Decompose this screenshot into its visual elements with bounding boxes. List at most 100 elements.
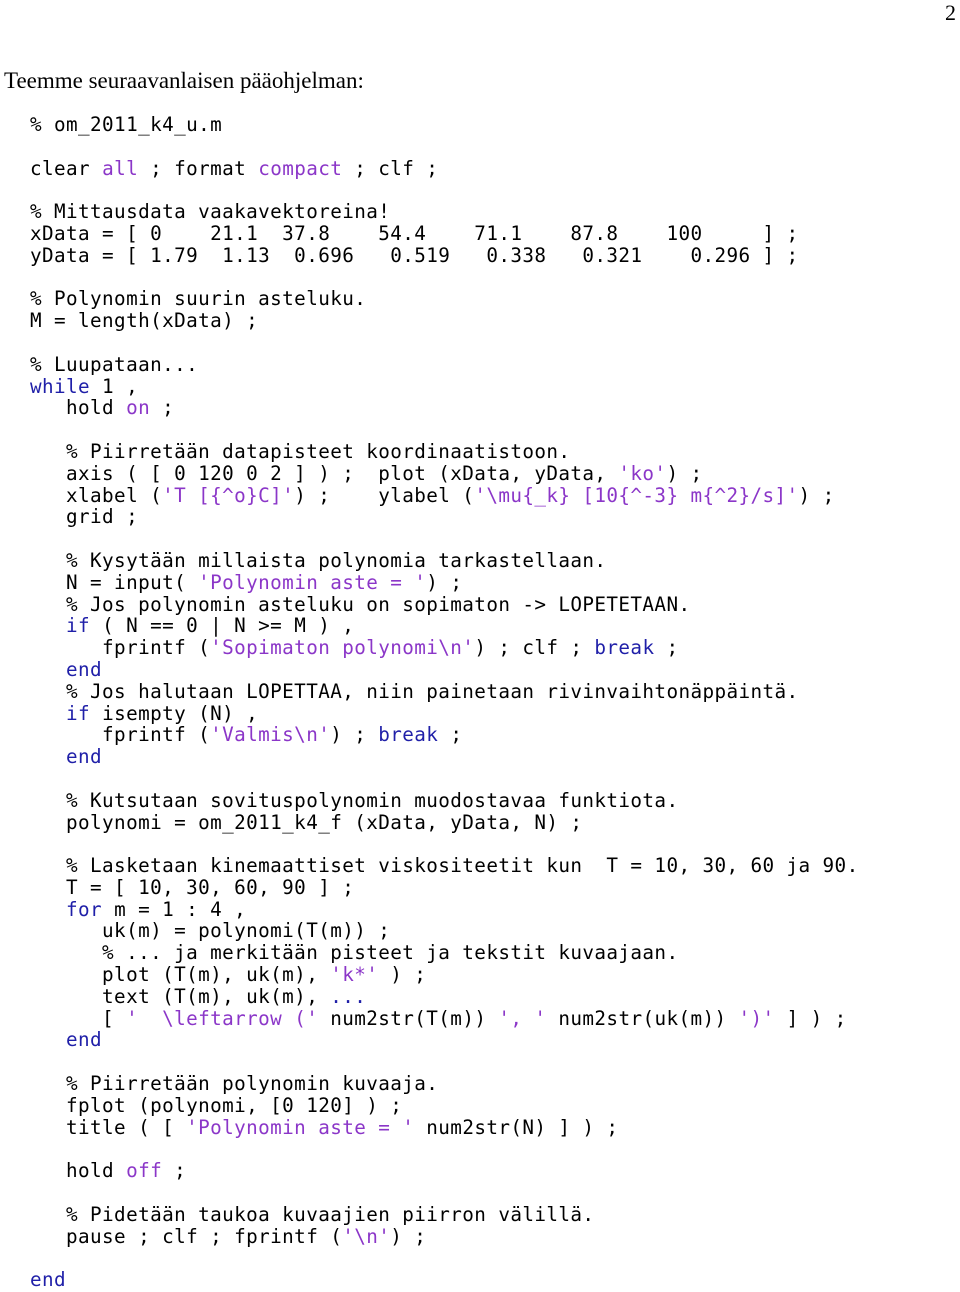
code-text: ) ;: [666, 461, 703, 485]
code-text: ) ; clf ;: [474, 636, 595, 660]
code-text: num2str(uk(m)): [546, 1006, 739, 1030]
code-text: % Polynomin suurin asteluku.: [30, 287, 367, 311]
code-line: % Piirretään polynomin kuvaaja.: [30, 1073, 859, 1095]
code-line: xlabel ('T [{^o}C]') ; ylabel ('\mu{_k} …: [30, 483, 859, 507]
code-keyword: break: [378, 723, 439, 747]
code-line: fprintf ('Sopimaton polynomi\n') ; clf ;…: [30, 637, 859, 659]
code-text: hold: [30, 396, 127, 420]
code-line: end: [30, 1269, 859, 1291]
code-text: % Lasketaan kinemaattiset viskositeetit …: [30, 854, 859, 878]
code-keyword: if: [66, 614, 91, 638]
code-text: ) ; ylabel (: [294, 483, 475, 507]
code-text: grid ;: [30, 505, 139, 529]
code-text: plot (T(m), uk(m),: [30, 963, 331, 987]
code-line: % Mittausdata vaakavektoreina!: [30, 201, 859, 223]
code-keyword: for: [66, 897, 103, 921]
code-line: end: [30, 659, 859, 681]
code-string: off: [126, 1159, 163, 1183]
code-text: % Jos halutaan LOPETTAA, niin painetaan …: [30, 679, 799, 703]
code-text: ;: [438, 723, 463, 747]
code-text: % ... ja merkitään pisteet ja tekstit ku…: [30, 941, 679, 965]
code-string: 'T [{^o}C]': [162, 483, 295, 507]
code-string: ')': [738, 1006, 775, 1030]
code-text: clear: [30, 156, 103, 180]
code-text: ) ;: [378, 963, 427, 987]
code-line: while 1 ,: [30, 374, 859, 398]
code-line: hold off ;: [30, 1160, 859, 1182]
code-line: % Luupataan...: [30, 353, 859, 376]
code-text: isempty (N) ,: [90, 701, 259, 725]
code-line: xData = [ 0 21.1 37.8 54.4 71.1 87.8 100…: [30, 223, 859, 245]
code-text: % Piirretään datapisteet koordinaatistoo…: [30, 439, 571, 463]
code-text: % Pidetään taukoa kuvaajien piirron väli…: [30, 1202, 595, 1226]
code-keyword: ...: [330, 984, 367, 1008]
code-text: M = length(xData) ;: [30, 309, 259, 333]
code-string: '\mu{_k} [10{^-3} m{^2}/s]': [474, 483, 799, 507]
code-string: on: [126, 396, 151, 420]
code-line: end: [30, 746, 859, 768]
code-line: T = [ 10, 30, 60, 90 ] ;: [30, 875, 859, 899]
code-line: % Polynomin suurin asteluku.: [30, 288, 859, 310]
code-line: % Kutsutaan sovituspolynomin muodostavaa…: [30, 789, 859, 812]
code-text: yData = [ 1.79 1.13 0.696 0.519 0.338 0.…: [30, 243, 799, 267]
code-line: if isempty (N) ,: [30, 701, 859, 725]
code-line: end: [30, 1029, 859, 1051]
code-string: '\n': [342, 1224, 391, 1248]
code-text: title ( [: [30, 1115, 187, 1139]
code-text: T = [ 10, 30, 60, 90 ] ;: [30, 875, 355, 899]
code-line: % Lasketaan kinemaattiset viskositeetit …: [30, 855, 859, 877]
code-text: xData = [ 0 21.1 37.8 54.4 71.1 87.8 100…: [30, 221, 799, 245]
code-line: pause ; clf ; fprintf ('\n') ;: [30, 1224, 859, 1248]
code-text: num2str(N) ] ) ;: [414, 1115, 619, 1139]
code-text: pause ; clf ; fprintf (: [30, 1224, 343, 1248]
code-text: xlabel (: [30, 483, 163, 507]
code-text: N = input(: [30, 570, 199, 594]
code-line: clear all ; format compact ; clf ;: [30, 156, 859, 180]
code-text: ;: [150, 396, 175, 420]
code-text: fplot (polynomi, [0 120] ) ;: [30, 1093, 403, 1117]
code-text: ] ) ;: [774, 1006, 847, 1030]
code-line: if ( N == 0 | N >= M ) ,: [30, 615, 859, 637]
code-line: axis ( [ 0 120 0 2 ] ) ; plot (xData, yD…: [30, 461, 859, 485]
code-text: fprintf (: [30, 636, 211, 660]
code-line: N = input( 'Polynomin aste = ') ;: [30, 570, 859, 594]
code-text: polynomi = om_2011_k4_f (xData, yData, N…: [30, 810, 583, 834]
intro-paragraph: Teemme seuraavanlaisen pääohjelman:: [4, 68, 364, 93]
code-line: fprintf ('Valmis\n') ; break ;: [30, 724, 859, 746]
code-string: all: [102, 156, 139, 180]
code-text: hold: [30, 1159, 127, 1183]
code-text: % Piirretään polynomin kuvaaja.: [30, 1072, 439, 1096]
code-text: % Kysytään millaista polynomia tarkastel…: [30, 548, 607, 572]
code-text: ) ;: [390, 1224, 427, 1248]
code-keyword: end: [66, 745, 103, 769]
code-text: text (T(m), uk(m),: [30, 984, 331, 1008]
code-text: ; format: [138, 156, 259, 180]
code-string: compact: [258, 156, 343, 180]
code-text: % om_2011_k4_u.m: [30, 113, 223, 136]
code-keyword: if: [66, 701, 91, 725]
code-line: % om_2011_k4_u.m: [30, 114, 859, 136]
code-string: 'Valmis\n': [210, 723, 331, 747]
code-text: uk(m) = polynomi(T(m)) ;: [30, 919, 391, 943]
code-text: % Mittausdata vaakavektoreina!: [30, 200, 391, 224]
code-keyword: end: [30, 1268, 67, 1292]
code-keyword: while: [30, 374, 91, 398]
code-line: plot (T(m), uk(m), 'k*' ) ;: [30, 964, 859, 986]
code-line: hold on ;: [30, 397, 859, 419]
code-line: % Pidetään taukoa kuvaajien piirron väli…: [30, 1202, 859, 1226]
code-keyword: end: [66, 1028, 103, 1052]
code-text: ) ;: [798, 483, 835, 507]
code-text: ;: [654, 636, 679, 660]
